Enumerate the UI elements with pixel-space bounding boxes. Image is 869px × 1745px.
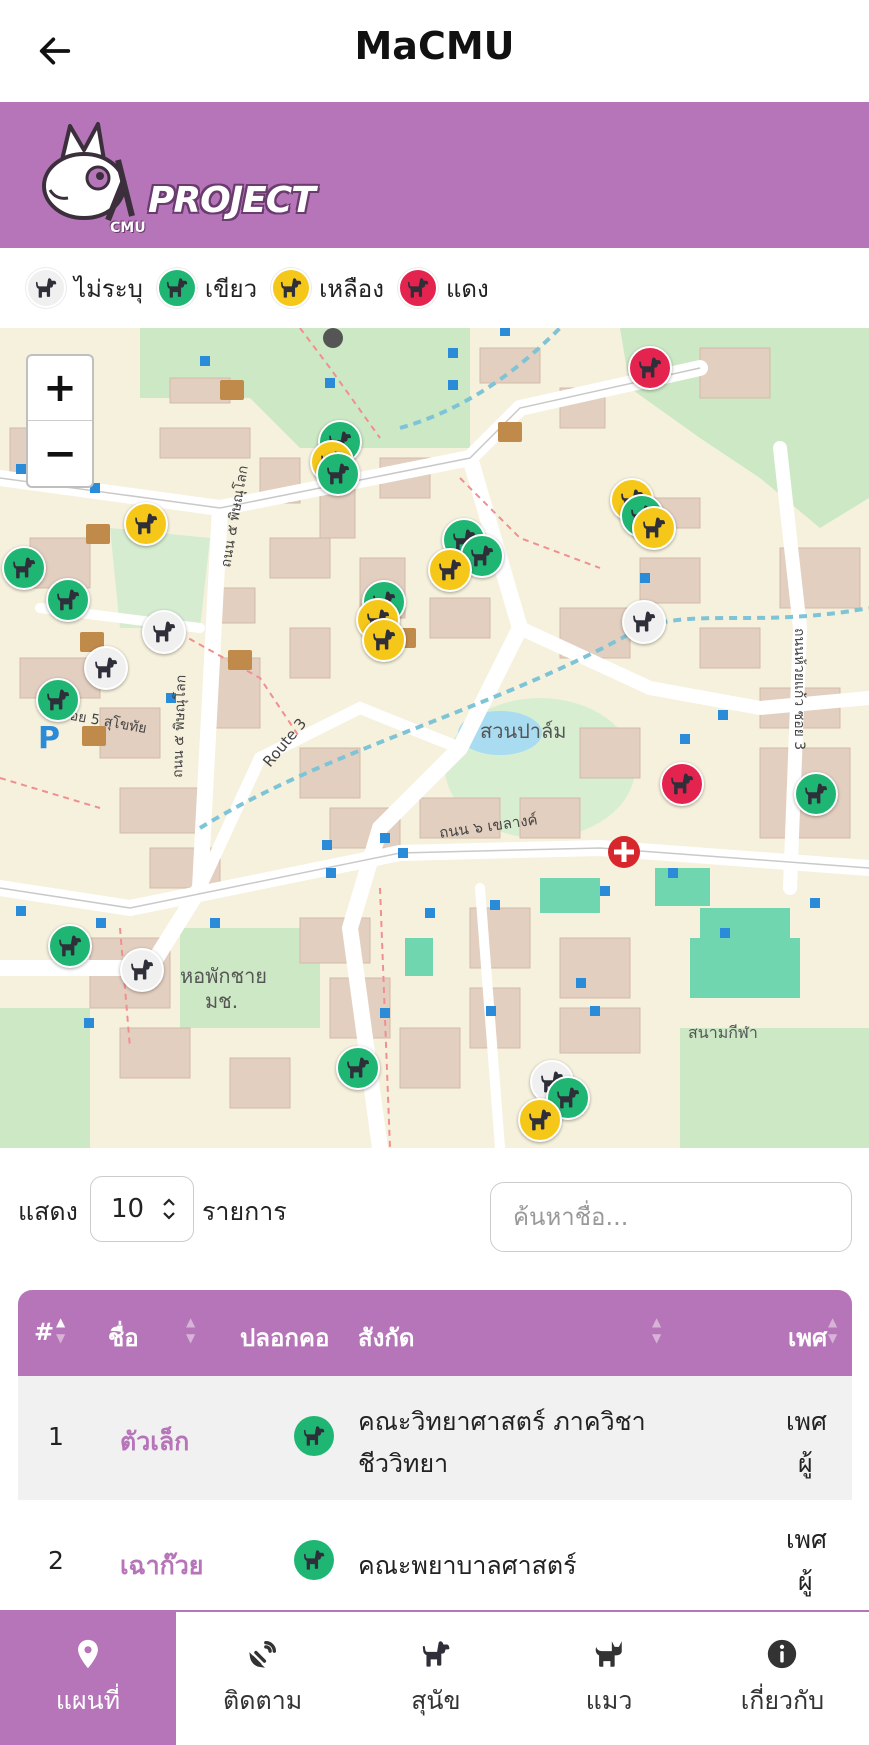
- dog-icon: [26, 268, 66, 308]
- legend-item-yellow: เหลือง: [271, 268, 384, 308]
- sex-text: เพศ: [786, 1407, 827, 1436]
- dog-table: # ▲ ▼ ชื่อ ▲ ▼ ปลอกคอ สังกัด ▲ ▼ เพศ ▲ ▼ 1 ต…: [18, 1290, 852, 1624]
- dog-marker-green[interactable]: [46, 578, 90, 622]
- legend-label: เขียว: [204, 274, 258, 303]
- zoom-control: + −: [26, 354, 94, 488]
- zoom-in-button[interactable]: +: [28, 356, 92, 421]
- page-length-select[interactable]: 10: [90, 1176, 194, 1242]
- legend-item-red: แดง: [397, 268, 489, 308]
- svg-text:หอพักชาย: หอพักชาย: [180, 964, 267, 988]
- legend-label: ไม่ระบุ: [74, 274, 143, 303]
- zoom-out-button[interactable]: −: [28, 421, 92, 486]
- table-header: # ▲ ▼ ชื่อ ▲ ▼ ปลอกคอ สังกัด ▲ ▼ เพศ ▲ ▼: [18, 1290, 852, 1376]
- nav-label: ติดตาม: [223, 1685, 303, 1715]
- app-title: MaCMU: [354, 24, 515, 68]
- satellite-icon: [248, 1640, 276, 1668]
- sex-text: เพศ: [786, 1525, 827, 1554]
- legend-label: เหลือง: [319, 274, 384, 303]
- legend-label: แดง: [445, 274, 489, 303]
- info-icon: [768, 1639, 797, 1668]
- legend-item-green: เขียว: [156, 268, 258, 308]
- nav-cats[interactable]: แมว: [523, 1612, 696, 1745]
- dog-marker-unspecified[interactable]: [84, 646, 128, 690]
- dog-marker-green[interactable]: [794, 772, 838, 816]
- header-sex[interactable]: เพศ: [788, 1318, 827, 1357]
- collar-legend: ไม่ระบุ เขียว เหลือง แดง: [26, 264, 489, 312]
- sort-icon: ▲ ▼: [56, 1315, 66, 1345]
- dog-marker-unspecified[interactable]: [622, 600, 666, 644]
- dog-marker-green[interactable]: [336, 1046, 380, 1090]
- nav-label: แมว: [585, 1685, 633, 1715]
- updown-chevron-icon: [161, 1195, 177, 1226]
- svg-text:สนามกีฬา: สนามกีฬา: [688, 1023, 758, 1042]
- campus-map[interactable]: P สวนปาล์ม หอพักชาย มช. สนามกีฬา ถนน ๖ เ…: [0, 328, 869, 1148]
- affiliation-text: คณะวิทยาศาสตร์ ภาควิชา: [358, 1407, 646, 1436]
- collar-green-dog-icon: [294, 1540, 334, 1580]
- dog-marker-yellow[interactable]: [362, 618, 406, 662]
- sort-icon: ▲ ▼: [186, 1315, 196, 1345]
- nav-dogs[interactable]: สุนัข: [349, 1612, 522, 1745]
- header-num[interactable]: #: [34, 1318, 54, 1346]
- nav-map[interactable]: แผนที่: [0, 1612, 176, 1745]
- table-row[interactable]: 2 เฉาก๊วย คณะพยาบาลศาสตร์ เพศ ผู้: [18, 1500, 852, 1624]
- map-pin-icon: [78, 1639, 98, 1668]
- map-label-park: สวนปาล์ม: [480, 719, 566, 743]
- affiliation-text: คณะพยาบาลศาสตร์: [358, 1551, 577, 1580]
- macmu-logo: PROJECT CMU: [32, 120, 316, 236]
- svg-text:ถนน ๕ พิษณุโลก: ถนน ๕ พิษณุโลก: [169, 674, 190, 778]
- dog-marker-yellow[interactable]: [124, 502, 168, 546]
- logo-cmu-text: CMU: [110, 220, 146, 236]
- legend-item-unspecified: ไม่ระบุ: [26, 268, 143, 308]
- show-label: แสดง: [18, 1197, 78, 1226]
- table-controls: แสดง 10 รายการ: [18, 1174, 852, 1254]
- svg-text:P: P: [38, 721, 60, 756]
- dog-marker-yellow[interactable]: [518, 1098, 562, 1142]
- dog-marker-unspecified[interactable]: [142, 610, 186, 654]
- page-length-value: 10: [111, 1194, 145, 1224]
- header-affiliation[interactable]: สังกัด: [358, 1318, 414, 1357]
- collar-green-dog-icon: [294, 1416, 334, 1456]
- nav-label: แผนที่: [55, 1685, 121, 1715]
- dog-icon: [397, 268, 438, 308]
- affiliation-text: ชีววิทยา: [358, 1449, 449, 1478]
- header-name[interactable]: ชื่อ: [108, 1318, 139, 1357]
- header-collar[interactable]: ปลอกคอ: [240, 1318, 329, 1357]
- dog-marker-yellow[interactable]: [632, 506, 676, 550]
- nav-about[interactable]: เกี่ยวกับ: [696, 1612, 869, 1745]
- dog-marker-green[interactable]: [316, 452, 360, 496]
- dog-name-link[interactable]: เฉาก๊วย: [120, 1546, 203, 1586]
- svg-text:ถนนห้วยแก้ว ซอย 3: ถนนห้วยแก้ว ซอย 3: [791, 628, 807, 750]
- dog-marker-green[interactable]: [2, 546, 46, 590]
- dog-icon: [419, 1637, 453, 1671]
- dog-marker-yellow[interactable]: [428, 548, 472, 592]
- cat-icon: [595, 1640, 622, 1667]
- table-row[interactable]: 1 ตัวเล็ก คณะวิทยาศาสตร์ ภาควิชา ชีววิทย…: [18, 1376, 852, 1500]
- dog-icon: [156, 268, 197, 308]
- sort-icon: ▲ ▼: [828, 1315, 838, 1345]
- svg-text:มช.: มช.: [205, 989, 238, 1013]
- dog-icon: [271, 268, 312, 308]
- map-base: P สวนปาล์ม หอพักชาย มช. สนามกีฬา ถนน ๖ เ…: [0, 328, 869, 1148]
- project-banner: PROJECT CMU: [0, 102, 869, 248]
- nav-track[interactable]: ติดตาม: [176, 1612, 349, 1745]
- dog-marker-green[interactable]: [36, 678, 80, 722]
- dog-marker-unspecified[interactable]: [120, 948, 164, 992]
- logo-project-text: PROJECT: [148, 180, 316, 221]
- sort-icon: ▲ ▼: [652, 1315, 662, 1345]
- nav-label: สุนัข: [411, 1685, 461, 1715]
- sex-text: ผู้: [798, 1449, 813, 1478]
- search-input[interactable]: [490, 1182, 852, 1252]
- row-number: 2: [48, 1546, 64, 1575]
- dog-name-link[interactable]: ตัวเล็ก: [120, 1422, 189, 1462]
- top-app-bar: MaCMU: [0, 0, 869, 102]
- row-number: 1: [48, 1422, 64, 1451]
- dog-marker-red[interactable]: [628, 346, 672, 390]
- dog-marker-red[interactable]: [660, 762, 704, 806]
- nav-label: เกี่ยวกับ: [740, 1685, 825, 1715]
- items-label: รายการ: [202, 1197, 287, 1226]
- sex-text: ผู้: [798, 1567, 813, 1596]
- bottom-navigation: แผนที่ ติดตาม สุนัข แมว เกี่ยวกับ: [0, 1610, 869, 1745]
- dog-marker-green[interactable]: [48, 924, 92, 968]
